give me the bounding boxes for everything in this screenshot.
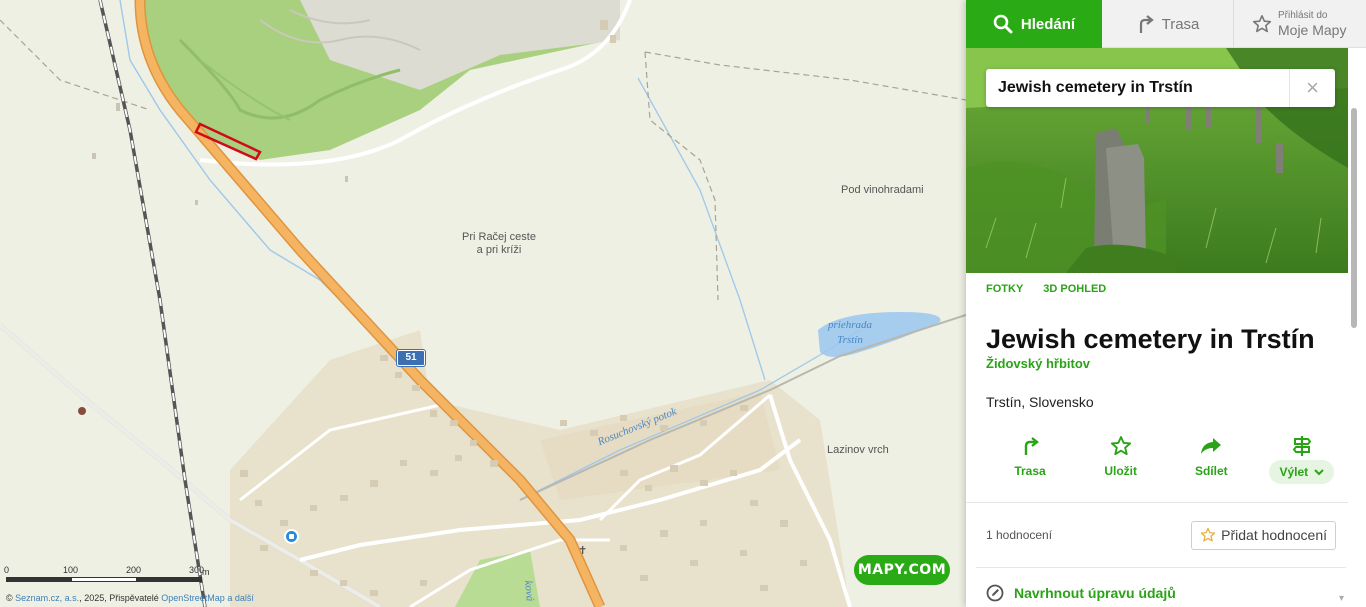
trip-button[interactable]: Výlet [1260, 434, 1344, 484]
star-outline-icon [1200, 527, 1216, 542]
top-tabs: Hledání Trasa Přihlásit do Moje Mapy [966, 0, 1366, 48]
photo-links: FOTKY 3D POHLED [966, 273, 1366, 309]
scale-labels: 0 100 200 300 m [4, 565, 216, 577]
attribution-prefix: © [6, 593, 13, 603]
route-turn-icon [1139, 15, 1154, 33]
tab-search-label: Hledání [1020, 15, 1076, 33]
suggest-edit-row[interactable]: Navrhnout úpravu údajů [966, 568, 1366, 602]
map-label-line: Pri Račej ceste [462, 231, 536, 243]
action-bar: Trasa Uložit Sdílet Výlet [966, 410, 1366, 484]
map-label-line: a pri kríži [476, 244, 522, 256]
attribution-osm-link[interactable]: OpenStreetMap [161, 593, 225, 603]
search-icon [993, 14, 1013, 34]
chevron-down-icon[interactable]: ▾ [1339, 593, 1344, 604]
suggest-edit-label: Navrhnout úpravu údajů [1014, 585, 1176, 601]
login-label-bottom: Moje Mapy [1278, 22, 1347, 38]
tab-search[interactable]: Hledání [966, 0, 1102, 48]
panel-content[interactable]: × FOTKY 3D POHLED Jewish cemetery in Trs… [966, 48, 1366, 607]
attribution-more-link[interactable]: a další [227, 593, 254, 603]
edit-pencil-icon [986, 584, 1004, 602]
trip-button-label: Výlet [1269, 460, 1335, 484]
chevron-down-icon [1314, 469, 1325, 476]
map-attribution: © Seznam.cz, a.s., 2025, Přispěvatelé Op… [6, 593, 254, 603]
tab-route-label: Trasa [1161, 15, 1200, 33]
tab-login[interactable]: Přihlásit do Moje Mapy [1234, 0, 1366, 48]
add-rating-button[interactable]: Přidat hodnocení [1191, 520, 1336, 550]
place-category[interactable]: Židovský hřbitov [966, 355, 1366, 371]
scale-bar [6, 577, 202, 582]
map-label-street: ková [522, 580, 536, 602]
photos-link[interactable]: FOTKY [986, 283, 1023, 309]
tab-route[interactable]: Trasa [1102, 0, 1234, 48]
rating-row: 1 hodnocení Přidat hodnocení [966, 503, 1348, 567]
share-arrow-icon [1200, 434, 1222, 458]
place-address: Trstín, Slovensko [986, 394, 1094, 410]
map-base-layer [0, 0, 966, 607]
place-photo[interactable]: × [966, 48, 1348, 273]
scale-segment [71, 578, 137, 581]
share-button-label: Sdílet [1194, 464, 1228, 478]
attribution-middle: , 2025, Přispěvatelé [79, 593, 159, 603]
add-rating-label: Přidat hodnocení [1221, 527, 1327, 543]
save-button-label: Uložit [1104, 464, 1137, 478]
church-icon: ✝ [578, 545, 588, 557]
mapy-logo[interactable]: MAPY.COM [854, 555, 950, 585]
scrollbar-thumb[interactable] [1351, 108, 1357, 328]
map-label-pod-vinohradami: Pod vinohradami [841, 184, 924, 196]
login-text: Přihlásit do Moje Mapy [1278, 10, 1346, 38]
star-icon [1110, 434, 1132, 458]
bus-stop-icon[interactable] [284, 529, 299, 544]
poi-icon[interactable] [78, 407, 86, 415]
scale-unit: m [202, 567, 210, 577]
place-title: Jewish cemetery in Trstín [986, 324, 1315, 354]
map-scale: 0 100 200 300 m [4, 565, 216, 582]
search-box[interactable]: × [986, 69, 1335, 107]
scale-tick-label: 0 [4, 565, 10, 575]
detail-panel: Hledání Trasa Přihlásit do Moje Mapy Jew… [966, 0, 1366, 607]
rating-count[interactable]: 1 hodnocení [986, 528, 1052, 542]
map-label-line: priehrada [828, 319, 872, 331]
share-button[interactable]: Sdílet [1169, 434, 1253, 484]
route-button[interactable]: Trasa [988, 434, 1072, 484]
attribution-seznam-link[interactable]: Seznam.cz, a.s. [15, 593, 79, 603]
search-input[interactable] [986, 70, 1289, 106]
trip-label-text: Výlet [1279, 465, 1309, 479]
road-number-shield: 51 [396, 349, 426, 367]
map-canvas[interactable]: Pod vinohradami Pri Račej ceste a pri kr… [0, 0, 966, 607]
scrollbar[interactable] [1349, 108, 1359, 328]
map-label-line: Trstín [837, 334, 863, 346]
scale-segment [136, 578, 202, 581]
scale-tick-label: 100 [63, 565, 79, 575]
signpost-icon [1292, 434, 1312, 458]
map-label-lazinov-vrch: Lazinov vrch [827, 444, 889, 456]
map-label-priehrada: priehrada Trstín [828, 318, 872, 348]
view-3d-link[interactable]: 3D POHLED [1043, 283, 1106, 309]
route-turn-icon [1020, 434, 1040, 458]
map-label-pri-racej-ceste: Pri Račej ceste a pri kríži [462, 231, 536, 257]
scale-segment [7, 578, 72, 581]
route-button-label: Trasa [1014, 464, 1046, 478]
save-button[interactable]: Uložit [1079, 434, 1163, 484]
login-label-top: Přihlásit do [1278, 10, 1328, 21]
star-outline-icon [1252, 15, 1272, 33]
scale-tick-label: 200 [126, 565, 142, 575]
close-icon[interactable]: × [1289, 69, 1335, 107]
